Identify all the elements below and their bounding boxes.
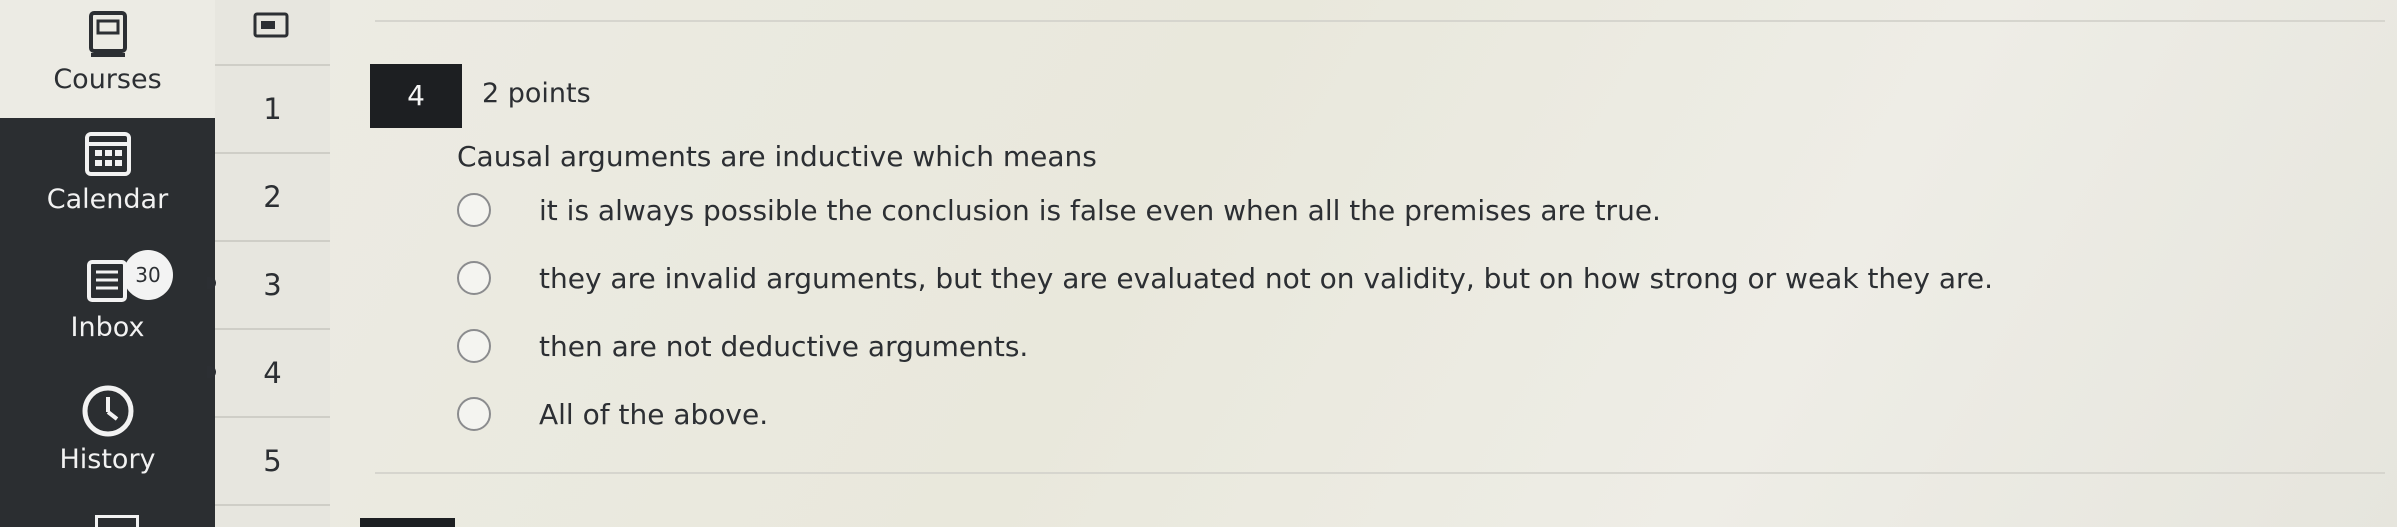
inbox-badge: 30 bbox=[123, 250, 173, 300]
question-nav-item-2[interactable]: 2 bbox=[215, 154, 330, 242]
nav-calendar[interactable]: Calendar bbox=[0, 128, 215, 215]
answer-option-4[interactable]: All of the above. bbox=[457, 394, 768, 434]
answer-option-label: then are not deductive arguments. bbox=[539, 329, 1029, 363]
question-nav-item-3[interactable]: 3 bbox=[215, 242, 330, 330]
calendar-icon bbox=[84, 132, 131, 176]
question-nav-item-4[interactable]: 4 bbox=[215, 330, 330, 418]
answer-option-label: it is always possible the conclusion is … bbox=[539, 193, 1661, 227]
question-points: 2 points bbox=[482, 78, 591, 109]
question-nav-number: 2 bbox=[263, 180, 282, 214]
question-nav-number: 3 bbox=[263, 268, 282, 302]
question-number: 4 bbox=[407, 79, 425, 112]
global-nav: Courses Calendar 30 Inbox History bbox=[0, 0, 215, 527]
nav-calendar-label: Calendar bbox=[46, 184, 169, 215]
question-prompt: Causal arguments are inductive which mea… bbox=[457, 140, 1097, 173]
question-nav-item-1[interactable]: 1 bbox=[215, 66, 330, 154]
clock-icon bbox=[82, 385, 133, 437]
nav-courses-label: Courses bbox=[53, 64, 162, 95]
question-navigator: 1 2 3 4 5 bbox=[207, 0, 333, 527]
divider bbox=[375, 20, 2385, 22]
answer-option-2[interactable]: they are invalid arguments, but they are… bbox=[457, 258, 1993, 298]
radio-button[interactable] bbox=[457, 261, 491, 295]
nav-inbox[interactable]: 30 Inbox bbox=[0, 250, 215, 343]
question-nav-item-5[interactable]: 5 bbox=[215, 418, 330, 506]
question-nav-number: 4 bbox=[263, 356, 282, 390]
radio-button[interactable] bbox=[457, 329, 491, 363]
radio-button[interactable] bbox=[457, 193, 491, 227]
answer-option-1[interactable]: it is always possible the conclusion is … bbox=[457, 190, 1661, 230]
nav-inbox-label: Inbox bbox=[70, 312, 145, 343]
nav-history[interactable]: History bbox=[0, 384, 215, 475]
question-nav-number: 1 bbox=[263, 92, 282, 126]
question-number-badge: 4 bbox=[370, 64, 462, 128]
question-nav-header bbox=[215, 0, 330, 66]
answer-option-label: they are invalid arguments, but they are… bbox=[539, 261, 1994, 295]
collapse-panel-icon[interactable] bbox=[253, 12, 289, 38]
partial-nav-icon bbox=[95, 515, 139, 527]
answer-option-label: All of the above. bbox=[539, 397, 769, 431]
nav-courses[interactable]: Courses bbox=[0, 0, 215, 118]
divider bbox=[375, 472, 2385, 474]
next-question-header-edge bbox=[360, 518, 455, 527]
question-nav-number: 5 bbox=[263, 444, 282, 478]
book-icon bbox=[88, 11, 127, 57]
radio-button[interactable] bbox=[457, 397, 491, 431]
nav-history-label: History bbox=[59, 444, 156, 475]
answer-option-3[interactable]: then are not deductive arguments. bbox=[457, 326, 1028, 366]
question-panel: 4 2 points Causal arguments are inductiv… bbox=[330, 0, 2397, 527]
